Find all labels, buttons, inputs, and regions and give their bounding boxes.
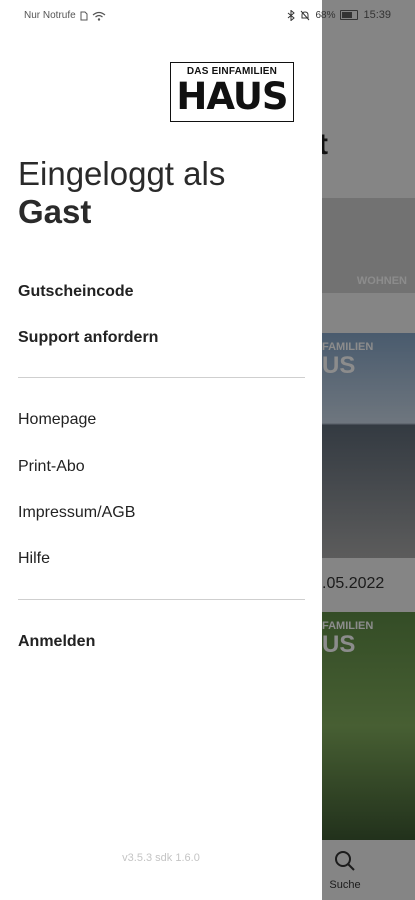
clock: 15:39 bbox=[363, 9, 391, 21]
menu-item-request-support[interactable]: Support anfordern bbox=[18, 329, 158, 347]
menu-divider bbox=[18, 599, 305, 600]
status-bar: Nur Notrufe 68% 15:39 bbox=[0, 0, 415, 32]
status-right: 68% 15:39 bbox=[287, 9, 391, 21]
brand-logo: DAS EINFAMILIEN HAUS bbox=[170, 62, 294, 122]
greeting-username: Gast bbox=[18, 193, 92, 230]
menu-item-print-subscription[interactable]: Print-Abo bbox=[18, 458, 85, 476]
menu-item-imprint-terms[interactable]: Impressum/AGB bbox=[18, 504, 135, 522]
mute-bell-icon bbox=[301, 10, 310, 20]
status-left: Nur Notrufe bbox=[24, 10, 106, 21]
menu-item-login[interactable]: Anmelden bbox=[18, 633, 95, 651]
wifi-icon bbox=[92, 11, 106, 21]
logo-main-text: HAUS bbox=[176, 75, 288, 118]
bluetooth-icon bbox=[288, 9, 296, 21]
menu-item-homepage[interactable]: Homepage bbox=[18, 411, 96, 429]
greeting-label: Eingeloggt als bbox=[18, 155, 226, 192]
battery-icon bbox=[340, 10, 359, 20]
sim-icon bbox=[80, 11, 88, 20]
menu-item-voucher-code[interactable]: Gutscheincode bbox=[18, 283, 134, 301]
navigation-drawer: DAS EINFAMILIEN HAUS Eingeloggt als Gast… bbox=[0, 0, 322, 900]
menu-item-help[interactable]: Hilfe bbox=[18, 550, 50, 568]
menu-divider bbox=[18, 377, 305, 378]
battery-percent: 68% bbox=[315, 9, 336, 21]
carrier-text: Nur Notrufe bbox=[24, 10, 76, 21]
app-version: v3.5.3 sdk 1.6.0 bbox=[122, 852, 200, 864]
